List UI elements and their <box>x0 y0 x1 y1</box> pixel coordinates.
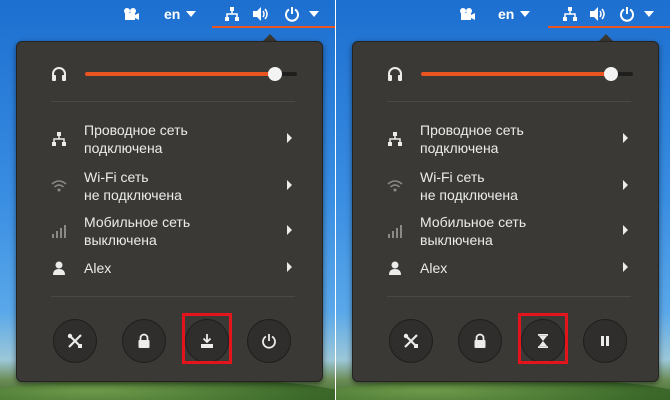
lock-icon <box>474 333 486 348</box>
separator <box>51 101 295 102</box>
power-menu-icon[interactable] <box>284 4 319 24</box>
menu-item-user[interactable]: Alex <box>17 248 322 288</box>
volume-row <box>51 64 301 84</box>
menu-item-user[interactable]: Alex <box>353 248 658 288</box>
lock-button[interactable] <box>458 319 502 363</box>
wired-line1: Проводное сеть <box>420 122 524 138</box>
wifi-line1: Wi-Fi сеть <box>84 169 149 185</box>
camera-indicator-icon[interactable] <box>122 4 140 24</box>
menu-item-wired[interactable]: Проводное сеть подключена <box>17 119 322 159</box>
separator <box>387 296 631 297</box>
settings-button[interactable] <box>389 319 433 363</box>
system-menu-panel: Проводное сеть подключена Wi-Fi сеть не … <box>352 41 659 382</box>
menu-item-wired[interactable]: Проводное сеть подключена <box>353 119 658 159</box>
menu-item-wired-label: Проводное сеть подключена <box>420 121 610 157</box>
mobile-signal-icon <box>387 211 403 251</box>
menu-item-mobile[interactable]: Мобильное сеть выключена <box>353 211 658 251</box>
power-off-button[interactable] <box>247 319 291 363</box>
separator <box>387 101 631 102</box>
highlight-box <box>182 313 232 364</box>
wired-network-icon <box>387 119 403 159</box>
menu-item-user-label: Alex <box>420 259 610 277</box>
wired-line1: Проводное сеть <box>84 122 188 138</box>
volume-icon[interactable] <box>252 4 270 24</box>
highlight-box <box>518 313 568 364</box>
volume-row <box>387 64 637 84</box>
menu-item-wired-label: Проводное сеть подключена <box>84 121 274 157</box>
wifi-icon <box>51 166 67 206</box>
volume-slider-fill <box>85 72 275 76</box>
language-indicator[interactable]: en <box>498 4 531 24</box>
chevron-right-icon <box>287 225 292 235</box>
chevron-right-icon <box>623 133 628 143</box>
settings-icon <box>67 333 82 348</box>
wired-line2: подключена <box>420 140 499 156</box>
chevron-right-icon <box>623 180 628 190</box>
volume-slider-knob[interactable] <box>604 67 618 81</box>
settings-icon <box>403 333 418 348</box>
wired-network-icon <box>51 119 67 159</box>
left-screenshot: en Проводное сеть подключена Wi-Fi сеть … <box>0 0 335 400</box>
chevron-right-icon <box>623 262 628 272</box>
mobile-line2: выключена <box>84 232 157 248</box>
user-icon <box>387 248 403 288</box>
network-icon[interactable] <box>562 4 578 24</box>
language-indicator[interactable]: en <box>164 4 197 24</box>
chevron-right-icon <box>287 133 292 143</box>
menu-item-mobile[interactable]: Мобильное сеть выключена <box>17 211 322 251</box>
top-bar: en <box>336 0 670 28</box>
chevron-right-icon <box>623 225 628 235</box>
active-indicator-underline <box>212 26 335 28</box>
top-bar: en <box>0 0 335 28</box>
user-name: Alex <box>420 260 448 276</box>
lock-button[interactable] <box>122 319 166 363</box>
menu-item-wifi[interactable]: Wi-Fi сеть не подключена <box>353 166 658 206</box>
wifi-icon <box>387 166 403 206</box>
system-menu-panel: Проводное сеть подключена Wi-Fi сеть не … <box>16 41 323 382</box>
active-indicator-underline <box>548 26 670 28</box>
chevron-right-icon <box>287 180 292 190</box>
network-icon[interactable] <box>224 4 240 24</box>
menu-item-wifi-label: Wi-Fi сеть не подключена <box>420 168 610 204</box>
wifi-line2: не подключена <box>420 187 518 203</box>
power-menu-icon[interactable] <box>619 4 654 24</box>
menu-item-wifi[interactable]: Wi-Fi сеть не подключена <box>17 166 322 206</box>
chevron-right-icon <box>287 262 292 272</box>
wifi-line1: Wi-Fi сеть <box>420 169 485 185</box>
mobile-line2: выключена <box>420 232 493 248</box>
menu-item-user-label: Alex <box>84 259 274 277</box>
right-screenshot: en Проводное сеть подключена Wi-Fi сеть … <box>336 0 670 400</box>
menu-item-mobile-label: Мобильное сеть выключена <box>84 213 274 249</box>
volume-slider[interactable] <box>85 67 297 81</box>
headphones-icon <box>51 66 67 87</box>
pause-button[interactable] <box>583 319 627 363</box>
lock-icon <box>138 333 150 348</box>
mobile-line1: Мобильное сеть <box>84 214 191 230</box>
volume-icon[interactable] <box>589 4 607 24</box>
wired-line2: подключена <box>84 140 163 156</box>
volume-slider-fill <box>421 72 611 76</box>
menu-item-mobile-label: Мобильное сеть выключена <box>420 213 610 249</box>
mobile-line1: Мобильное сеть <box>420 214 527 230</box>
headphones-icon <box>387 66 403 87</box>
pause-icon <box>601 336 609 346</box>
volume-slider-knob[interactable] <box>268 67 282 81</box>
user-name: Alex <box>84 260 112 276</box>
mobile-signal-icon <box>51 211 67 251</box>
user-icon <box>51 248 67 288</box>
volume-slider[interactable] <box>421 67 633 81</box>
separator <box>51 296 295 297</box>
settings-button[interactable] <box>53 319 97 363</box>
power-icon <box>262 334 276 349</box>
wifi-line2: не подключена <box>84 187 182 203</box>
menu-item-wifi-label: Wi-Fi сеть не подключена <box>84 168 274 204</box>
camera-indicator-icon[interactable] <box>458 4 476 24</box>
